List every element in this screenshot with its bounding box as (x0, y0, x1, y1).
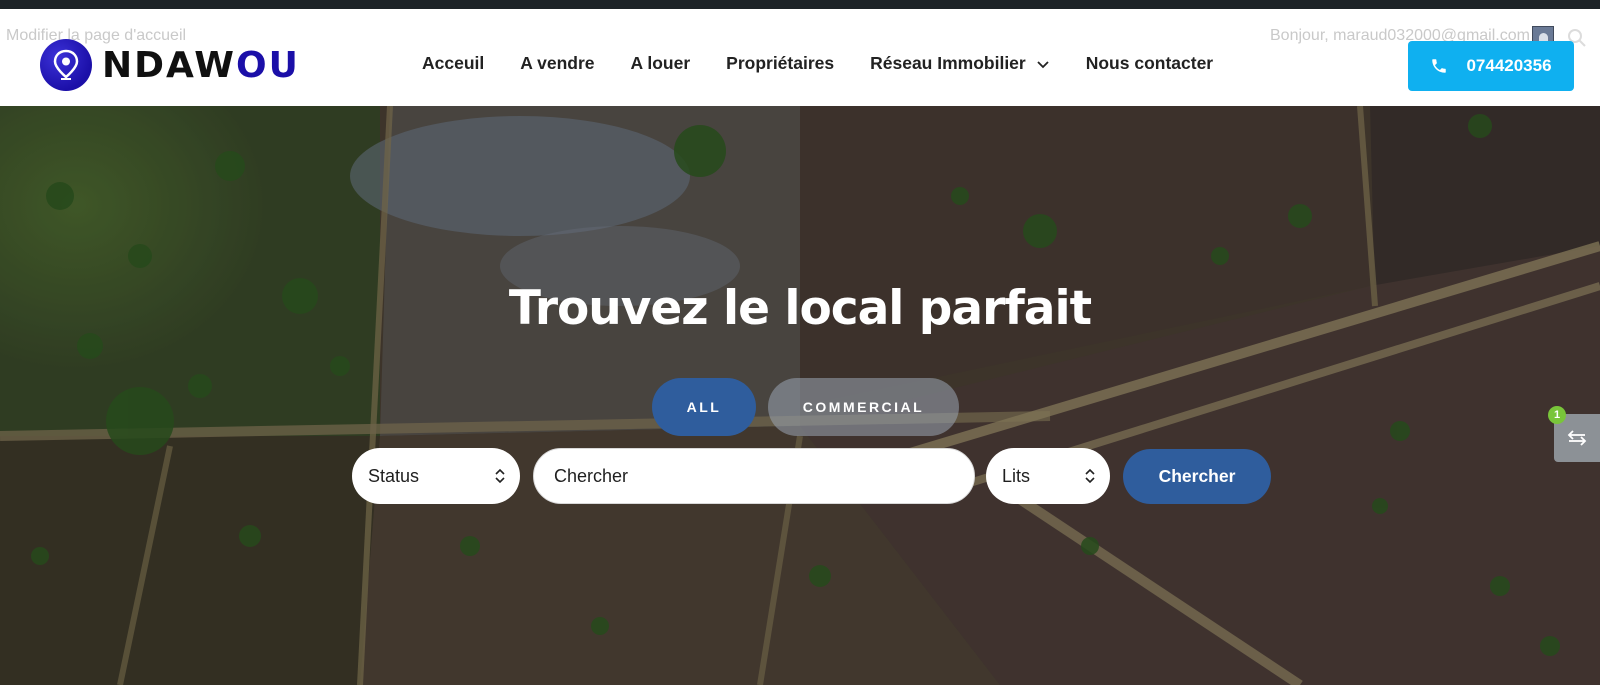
nav-label: Réseau Immobilier (870, 53, 1026, 73)
nav-label: A vendre (520, 53, 595, 73)
lits-select[interactable]: Lits (986, 448, 1110, 504)
chevron-down-icon (1037, 60, 1049, 68)
phone-number: 074420356 (1466, 56, 1552, 75)
search-input[interactable]: Chercher (533, 448, 975, 504)
main-navigation: Acceuil A vendre A louer Propriétaires R… (422, 53, 1249, 74)
nav-label: Propriétaires (726, 53, 835, 73)
status-select[interactable]: Status (352, 448, 520, 504)
nav-label: Nous contacter (1085, 53, 1214, 73)
phone-icon (1432, 59, 1447, 73)
phone-button[interactable]: 074420356 (1408, 41, 1574, 91)
compare-count-badge: 1 (1548, 406, 1566, 424)
nav-item-acceuil[interactable]: Acceuil (422, 53, 484, 74)
nav-item-a-vendre[interactable]: A vendre (520, 53, 594, 74)
hero-section: Trouvez le local parfait ALL COMMERCIAL … (0, 106, 1600, 685)
location-pin-icon (40, 39, 92, 91)
select-updown-icon (1085, 468, 1095, 484)
arrows-exchange-icon (1567, 430, 1587, 446)
site-header: Modifier la page d'accueil Bonjour, mara… (0, 9, 1600, 106)
hero-title: Trouvez le local parfait (508, 281, 1092, 336)
nav-item-reseau-immobilier[interactable]: Réseau Immobilier (870, 53, 1050, 74)
brand-name-dark: NDAW (102, 44, 236, 86)
select-updown-icon (495, 468, 505, 484)
search-input-placeholder: Chercher (554, 465, 629, 486)
brand-name: NDAWOU (102, 45, 300, 86)
nav-item-a-louer[interactable]: A louer (631, 53, 691, 74)
tab-commercial[interactable]: COMMERCIAL (768, 378, 959, 436)
brand-name-accent: OU (235, 44, 300, 86)
nav-label: Acceuil (422, 53, 485, 73)
nav-label: A louer (630, 53, 691, 73)
status-select-value: Status (368, 465, 420, 486)
admin-bar (0, 0, 1600, 9)
lits-select-value: Lits (1002, 465, 1031, 486)
nav-item-nous-contacter[interactable]: Nous contacter (1086, 53, 1213, 74)
nav-item-proprietaires[interactable]: Propriétaires (726, 53, 834, 74)
search-button[interactable]: Chercher (1123, 449, 1271, 504)
tab-all[interactable]: ALL (652, 378, 756, 436)
site-logo[interactable]: NDAWOU (40, 37, 300, 93)
